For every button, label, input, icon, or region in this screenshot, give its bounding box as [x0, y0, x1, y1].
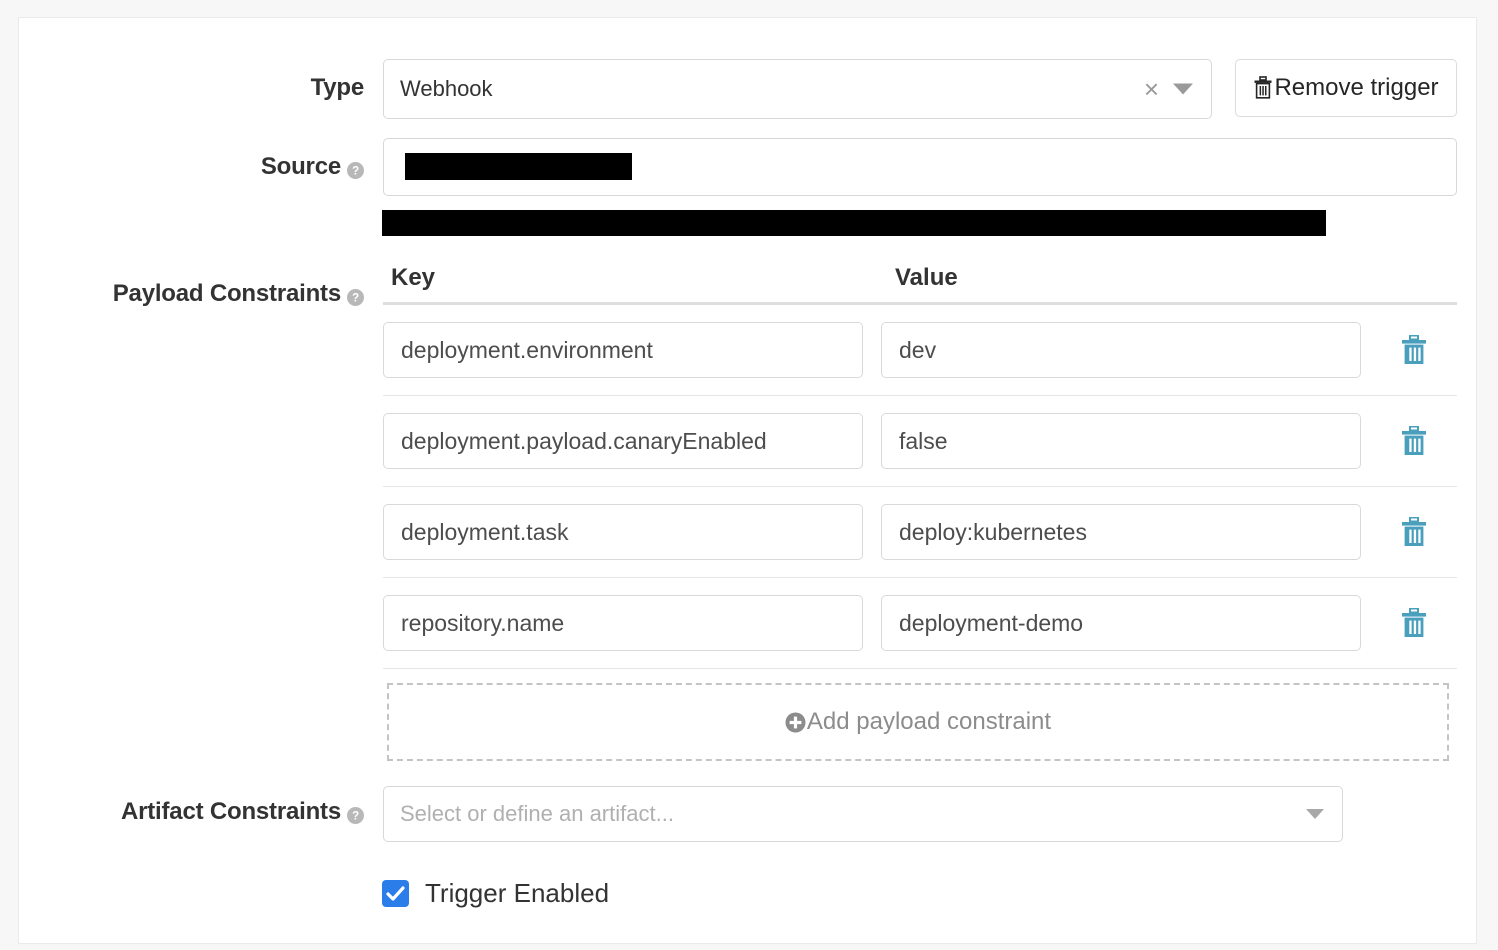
- constraint-delete-cell: [1379, 335, 1457, 365]
- constraint-value-cell: deployment-demo: [881, 595, 1379, 651]
- source-label-text: Source: [261, 153, 341, 180]
- plus-circle-icon: [785, 712, 806, 733]
- chevron-down-icon[interactable]: [1173, 84, 1193, 95]
- payload-constraints-label-text: Payload Constraints: [113, 280, 341, 307]
- constraint-value-input[interactable]: dev: [881, 322, 1361, 378]
- chevron-down-icon[interactable]: [1306, 809, 1324, 819]
- constraint-key-input[interactable]: deployment.environment: [383, 322, 863, 378]
- constraint-key-input[interactable]: deployment.payload.canaryEnabled: [383, 413, 863, 469]
- constraint-key-cell: deployment.payload.canaryEnabled: [383, 413, 881, 469]
- type-label-text: Type: [311, 74, 364, 101]
- help-circle-icon[interactable]: ?: [347, 803, 364, 820]
- table-header-row: Key Value: [383, 264, 1457, 305]
- constraint-value-input[interactable]: deploy:kubernetes: [881, 504, 1361, 560]
- trigger-enabled-checkbox[interactable]: [382, 880, 409, 907]
- constraint-value-cell: deploy:kubernetes: [881, 504, 1379, 560]
- trash-icon[interactable]: [1401, 517, 1427, 547]
- constraint-delete-cell: [1379, 517, 1457, 547]
- artifact-constraints-select[interactable]: Select or define an artifact...: [383, 786, 1343, 842]
- constraint-delete-cell: [1379, 608, 1457, 638]
- trash-icon[interactable]: [1401, 335, 1427, 365]
- type-label: Type: [179, 74, 364, 102]
- constraint-value-input[interactable]: false: [881, 413, 1361, 469]
- table-row: deployment.task deploy:kubernetes: [383, 487, 1457, 578]
- column-header-value: Value: [889, 264, 958, 292]
- svg-text:?: ?: [352, 811, 359, 823]
- constraint-key-cell: repository.name: [383, 595, 881, 651]
- trash-icon[interactable]: [1401, 426, 1427, 456]
- table-row: repository.name deployment-demo: [383, 578, 1457, 669]
- help-circle-icon[interactable]: ?: [347, 285, 364, 302]
- trash-icon[interactable]: [1401, 608, 1427, 638]
- constraint-value-input[interactable]: deployment-demo: [881, 595, 1361, 651]
- source-help-redaction: [382, 210, 1326, 236]
- payload-constraints-table: Key Value deployment.environment dev: [383, 264, 1457, 669]
- source-label: Source?: [179, 153, 364, 181]
- close-icon[interactable]: ×: [1144, 76, 1159, 102]
- artifact-constraints-placeholder: Select or define an artifact...: [400, 801, 674, 827]
- artifact-constraints-label-text: Artifact Constraints: [121, 798, 341, 825]
- constraint-key-cell: deployment.environment: [383, 322, 881, 378]
- table-row: deployment.environment dev: [383, 305, 1457, 396]
- type-select-value: Webhook: [400, 76, 493, 102]
- add-payload-constraint-label: Add payload constraint: [807, 708, 1051, 736]
- remove-trigger-button[interactable]: Remove trigger: [1235, 59, 1457, 117]
- constraint-delete-cell: [1379, 426, 1457, 456]
- constraint-key-cell: deployment.task: [383, 504, 881, 560]
- artifact-constraints-label: Artifact Constraints?: [59, 798, 364, 826]
- svg-text:?: ?: [352, 166, 359, 178]
- trash-icon: [1253, 76, 1273, 100]
- trigger-enabled-label: Trigger Enabled: [425, 878, 609, 909]
- constraint-value-cell: false: [881, 413, 1379, 469]
- type-select[interactable]: Webhook ×: [383, 59, 1212, 119]
- column-header-key: Key: [383, 264, 889, 292]
- constraint-value-cell: dev: [881, 322, 1379, 378]
- trigger-enabled-row[interactable]: Trigger Enabled: [382, 878, 609, 909]
- remove-trigger-label: Remove trigger: [1274, 74, 1438, 102]
- trigger-config-page: Type Webhook × Remove trigger Sou: [0, 0, 1498, 950]
- help-circle-icon[interactable]: ?: [347, 158, 364, 175]
- svg-text:?: ?: [352, 293, 359, 305]
- table-row: deployment.payload.canaryEnabled false: [383, 396, 1457, 487]
- constraint-key-input[interactable]: deployment.task: [383, 504, 863, 560]
- payload-constraints-label: Payload Constraints?: [59, 280, 364, 308]
- constraint-key-input[interactable]: repository.name: [383, 595, 863, 651]
- source-value-redaction: [405, 153, 632, 180]
- trigger-config-card: Type Webhook × Remove trigger Sou: [18, 17, 1477, 944]
- add-payload-constraint-button[interactable]: Add payload constraint: [387, 683, 1449, 761]
